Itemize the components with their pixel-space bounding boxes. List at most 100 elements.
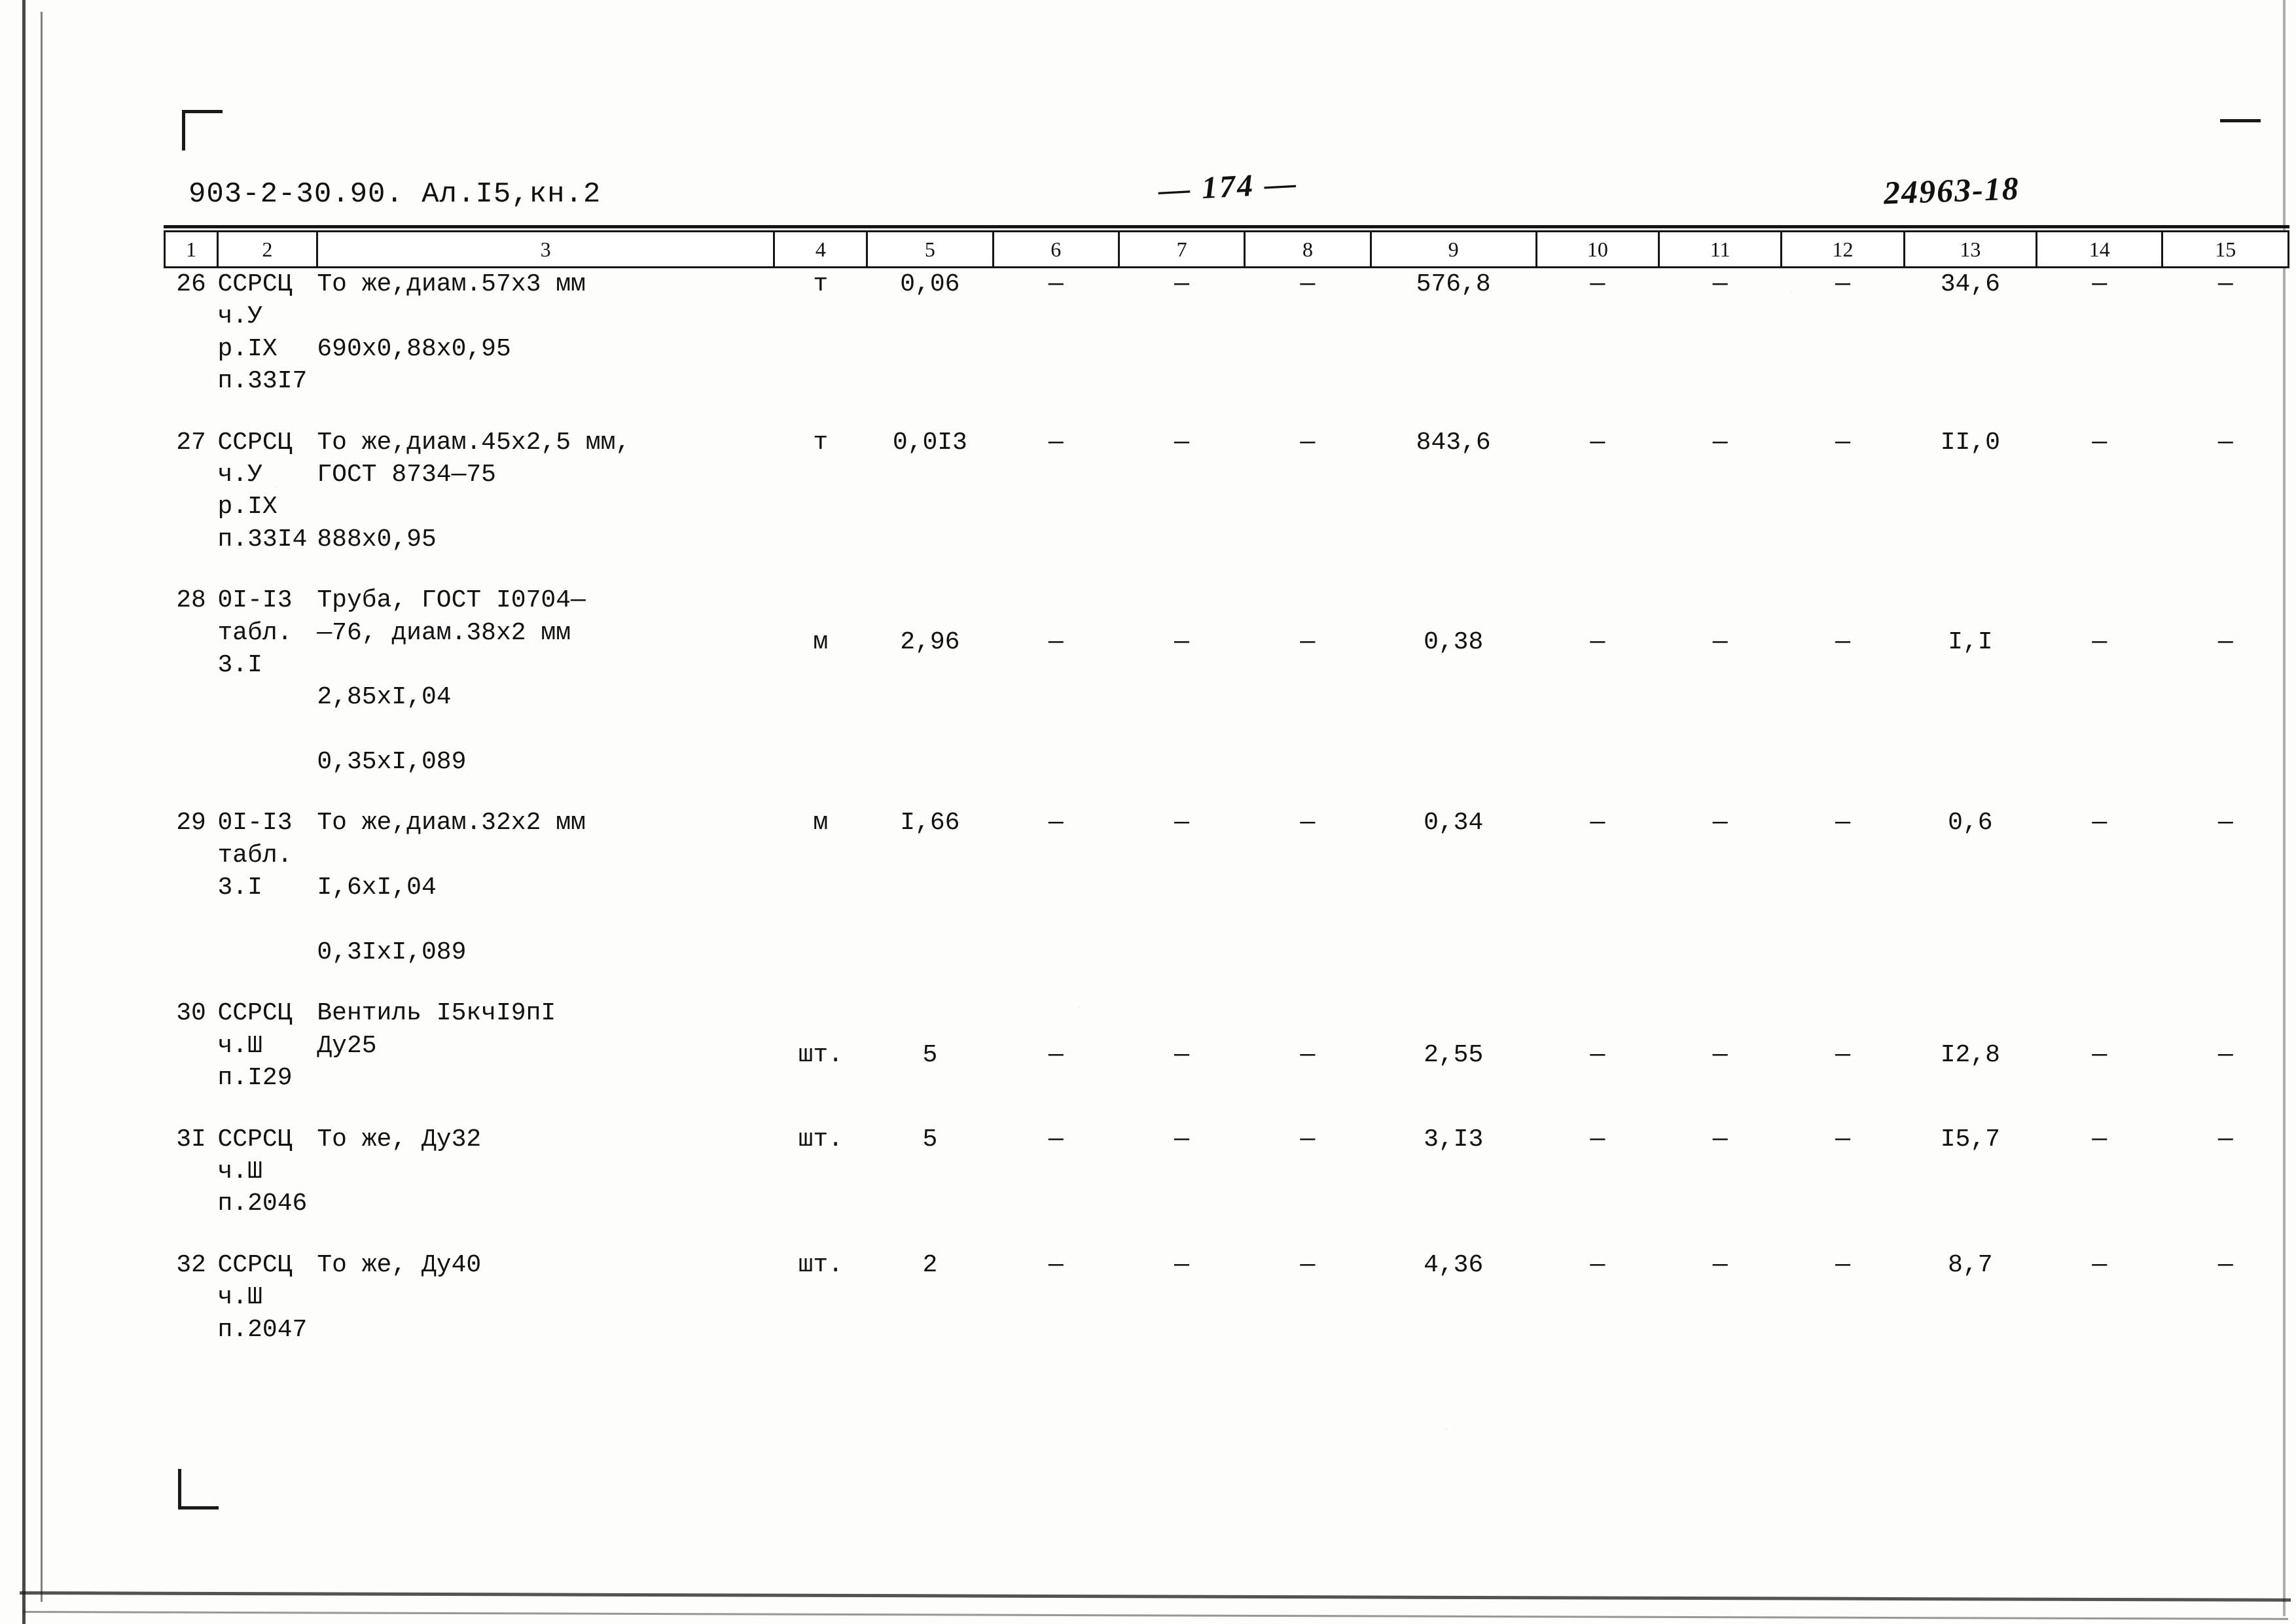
row-col-11: — [1712,270,1728,298]
row-col-6: — [1048,1041,1064,1070]
row-col-11: — [1712,1125,1728,1154]
specification-table-wrapper: 1 2 3 4 5 6 7 8 9 10 11 12 13 14 15 26 С… [164,230,2289,1346]
column-header-11: 11 [1658,230,1783,268]
row-col-14: — [2092,1125,2108,1154]
row-unit: шт. [798,1125,844,1154]
row-col-9: 0,34 [1424,809,1484,838]
column-header-1: 1 [164,230,219,268]
scanned-page: 903-2-30.90. Ал.I5,кн.2 — 174 — 24963-18 [0,0,2296,1624]
row-col-10: — [1590,809,1605,838]
row-col-9: 843,6 [1416,428,1491,457]
table-row: 29 0I-I3 табл. 3.I То же,диам.32х2 мм I,6х… [165,807,2289,968]
row-col-7: — [1174,428,1189,457]
register-mark-top-right [2220,119,2261,160]
row-col-6: — [1048,270,1064,298]
row-col-10: — [1590,1250,1605,1279]
row-col-9: 4,36 [1424,1250,1484,1279]
row-col-15: — [2217,628,2233,657]
row-col-8: — [1300,1041,1316,1070]
register-mark-bottom-left [178,1469,219,1509]
row-col-12: — [1835,1041,1850,1070]
row-spacer-cell [165,968,2289,997]
row-col-15: — [2217,1250,2233,1279]
column-header-10: 10 [1535,230,1660,268]
row-spacer-cell [165,778,2289,807]
row-position-number: 29 [176,809,206,838]
row-item-name: То же,диам.45х2,5 мм, ГОСТ 8734—75 888х0… [317,428,631,554]
page-number: — 174 — [1157,166,1299,208]
row-col-12: — [1835,270,1850,298]
row-col-8: — [1300,428,1316,457]
archive-number: 24963-18 [1883,169,2020,211]
table-row: 26 ССРСЦ ч.У р.IX п.33I7 То же,диам.57х3 м… [165,268,2289,398]
table-row: 32 ССРСЦ ч.Ш п.2047 То же, Ду40 шт. 2 — — — 4,36… [165,1249,2289,1346]
row-col-12: — [1835,1125,1850,1154]
row-col-13: I,I [1948,628,1993,657]
specification-table-body: 26 ССРСЦ ч.У р.IX п.33I7 То же,диам.57х3 м… [165,268,2289,1346]
page-edge-left-outer [22,0,26,1624]
row-source-code: ССРСЦ ч.Ш п.2047 [217,1250,308,1344]
row-col-7: — [1174,1125,1189,1154]
row-col-9: 0,38 [1424,628,1484,657]
row-col-14: — [2092,628,2108,657]
row-unit: м [813,628,829,657]
row-col-9: 3,I3 [1424,1125,1484,1154]
row-col-13: 8,7 [1948,1250,1993,1279]
row-col-10: — [1590,270,1605,298]
row-spacer [165,1220,2289,1249]
row-col-12: — [1835,628,1850,657]
column-header-6: 6 [992,230,1120,268]
row-item-name: Труба, ГОСТ I0704— —76, диам.38х2 мм 2,8… [317,586,586,777]
row-col-13: II,0 [1940,428,2000,457]
row-quantity: 2,96 [900,628,960,657]
column-header-13: 13 [1903,230,2038,268]
row-quantity: 0,06 [900,270,960,298]
row-col-11: — [1712,428,1728,457]
row-col-11: — [1712,1250,1728,1279]
row-spacer-cell [165,1095,2289,1123]
column-header-3: 3 [315,230,776,268]
table-row: 30 ССРСЦ ч.Ш п.I29 Вентиль I5кчI9пI Ду25 шт… [165,997,2289,1094]
column-header-9: 9 [1369,230,1537,268]
table-row: 27 ССРСЦ ч.У р.IX п.33I4 То же,диам.45х2,5… [165,427,2289,556]
row-col-13: I2,8 [1940,1041,2000,1070]
row-col-6: — [1048,628,1064,657]
row-col-12: — [1835,428,1850,457]
row-source-code: ССРСЦ ч.У р.IX п.33I4 [217,428,308,554]
column-header-14: 14 [2036,230,2164,268]
row-col-10: — [1590,1041,1605,1070]
row-col-10: — [1590,428,1605,457]
row-quantity: 2 [922,1250,938,1279]
row-col-11: — [1712,1041,1728,1070]
table-row: 3I ССРСЦ ч.Ш п.2046 То же, Ду32 шт. 5 — — — 3,I3… [165,1123,2289,1220]
row-unit: шт. [798,1041,844,1070]
row-col-12: — [1835,809,1850,838]
row-col-11: — [1712,809,1728,838]
row-position-number: 32 [176,1250,206,1279]
row-col-14: — [2092,1250,2108,1279]
row-col-15: — [2217,270,2233,298]
row-col-12: — [1835,1250,1850,1279]
row-col-15: — [2217,1041,2233,1070]
row-source-code: ССРСЦ ч.У р.IX п.33I7 [217,270,308,396]
row-item-name: То же,диам.32х2 мм I,6хI,04 0,3IхI,089 [317,809,586,967]
row-col-8: — [1300,270,1316,298]
row-col-10: — [1590,1125,1605,1154]
row-col-13: I5,7 [1940,1125,2000,1154]
row-col-7: — [1174,809,1189,838]
row-col-15: — [2217,428,2233,457]
row-source-code: ССРСЦ ч.Ш п.I29 [217,999,293,1093]
row-col-7: — [1174,628,1189,657]
document-code: 903-2-30.90. Ал.I5,кн.2 [188,178,601,211]
row-source-code: 0I-I3 табл. 3.I [217,586,293,679]
table-top-rule [164,225,2289,228]
table-row: 28 0I-I3 табл. 3.I Труба, ГОСТ I0704— —76,… [165,584,2289,778]
row-quantity: 5 [922,1125,938,1154]
row-item-name: То же, Ду40 [317,1250,482,1279]
row-quantity: 0,0I3 [892,428,967,457]
row-position-number: 30 [176,999,206,1028]
row-spacer-cell [165,1220,2289,1249]
row-spacer-cell [165,398,2289,427]
row-col-13: 0,6 [1948,809,1993,838]
row-spacer [165,398,2289,427]
